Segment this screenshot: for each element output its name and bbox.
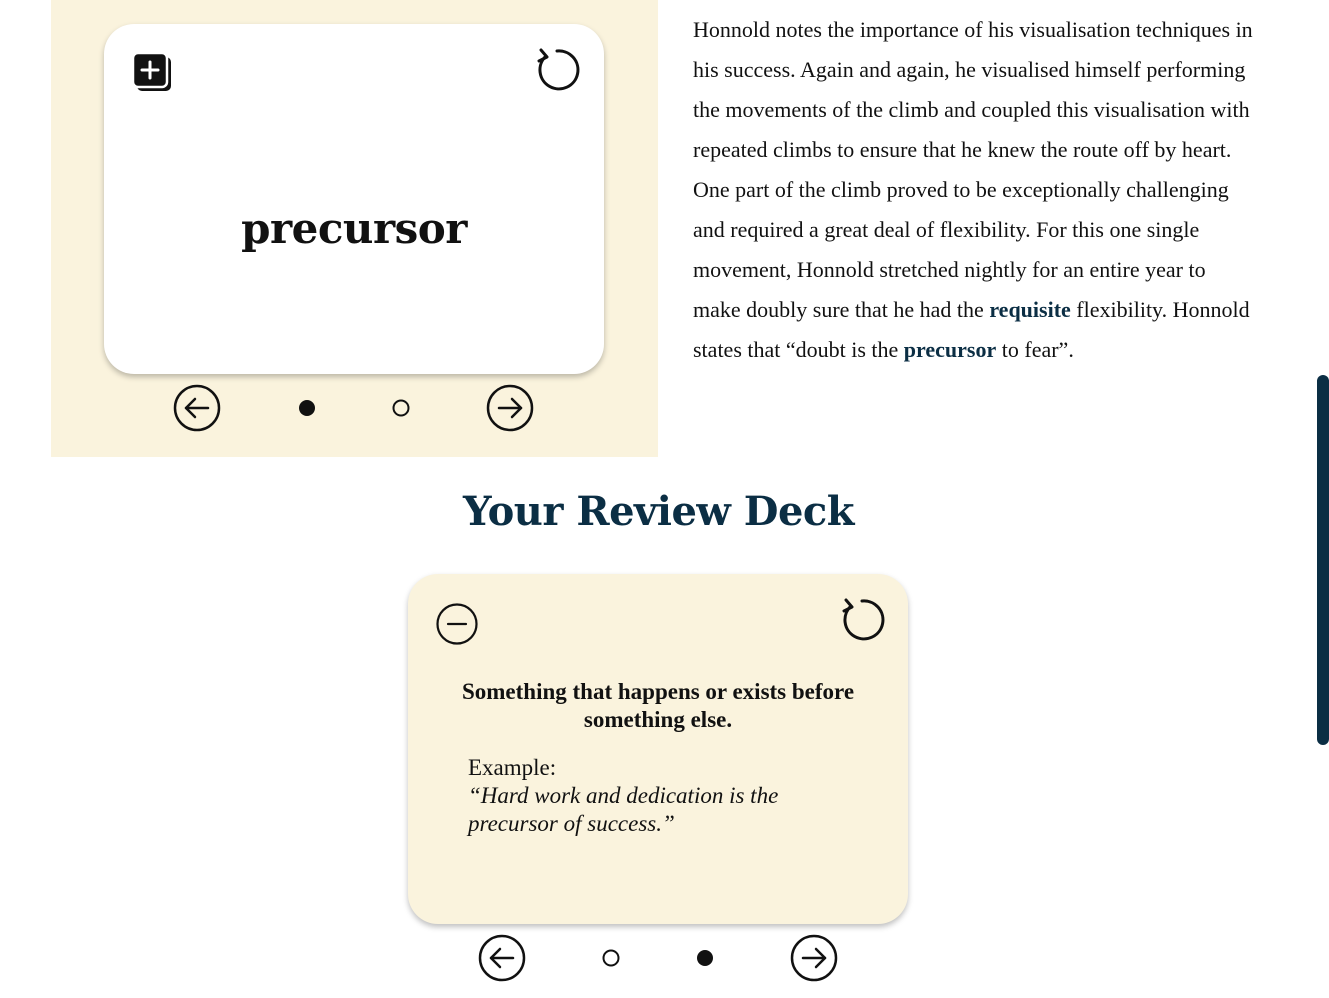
example-sentence: “Hard work and dedication is the precurs… [468,783,779,836]
flashcard-front[interactable]: precursor [104,24,604,374]
review-card-back[interactable]: Something that happens or exists before … [408,574,908,924]
highlighted-word-requisite[interactable]: requisite [989,297,1070,322]
reading-passage: Honnold notes the importance of his visu… [693,10,1253,370]
flip-card-icon[interactable] [534,47,580,93]
review-deck-title: Your Review Deck [463,488,854,535]
arrow-left-icon[interactable] [478,934,526,982]
example-label: Example: [468,755,557,780]
passage-text-3: to fear”. [996,337,1074,362]
pager-dot-2[interactable] [392,399,410,417]
scrollbar-thumb[interactable] [1317,375,1329,745]
flashcard-word: precursor [241,204,467,253]
flip-card-icon[interactable] [839,597,885,643]
card-definition: Something that happens or exists before … [461,679,855,732]
pager-dot-1[interactable] [602,949,620,967]
remove-from-deck-icon[interactable] [435,602,479,646]
add-to-deck-icon[interactable] [131,51,175,95]
arrow-right-icon[interactable] [790,934,838,982]
pager-dot-1[interactable] [298,399,316,417]
arrow-right-icon[interactable] [486,384,534,432]
pager-dot-2[interactable] [696,949,714,967]
arrow-left-icon[interactable] [173,384,221,432]
highlighted-word-precursor[interactable]: precursor [904,337,996,362]
passage-text-1: Honnold notes the importance of his visu… [693,17,1253,322]
